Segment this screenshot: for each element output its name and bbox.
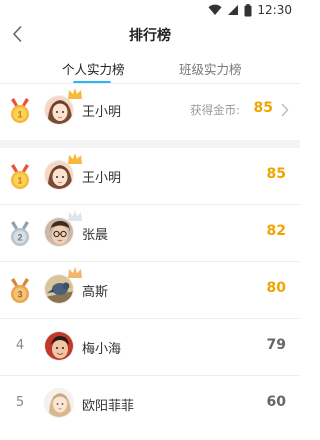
silver-crown-icon — [68, 210, 82, 221]
status-bar: 12:30 — [0, 0, 300, 20]
my-score: 85 — [253, 100, 273, 116]
svg-text:1: 1 — [17, 176, 22, 186]
ranking-list: 1 王小明 85 2 张晨 82 3 高斯 80 4 梅小海 79 5 欧阳菲菲… — [0, 148, 300, 433]
player-score: 82 — [266, 223, 286, 239]
avatar-wrap — [44, 210, 82, 247]
section-gap — [0, 140, 300, 148]
player-name: 王小明 — [82, 171, 122, 186]
player-score: 60 — [266, 394, 286, 410]
avatar-boy-image — [45, 332, 73, 360]
gold-medal-icon: 1 — [11, 164, 29, 189]
bronze-medal-icon: 3 — [11, 278, 29, 303]
gold-crown-icon — [68, 88, 82, 99]
avatar-wrap — [44, 153, 82, 190]
svg-text:2: 2 — [17, 233, 22, 243]
avatar[interactable] — [44, 331, 74, 361]
ranking-row[interactable]: 5 欧阳菲菲 60 — [0, 376, 300, 433]
player-name: 梅小海 — [82, 342, 122, 357]
status-time: 12:30 — [257, 3, 292, 17]
rank-number: 4 — [15, 338, 25, 353]
chevron-right-icon — [281, 103, 289, 117]
avatar-wrap — [44, 267, 82, 304]
my-name: 王小明 — [82, 105, 122, 120]
avatar[interactable] — [44, 388, 74, 418]
gold-medal-icon: 1 — [11, 98, 29, 123]
tab-class-ranking[interactable]: 班级实力榜 — [179, 59, 242, 78]
avatar-wrap — [44, 88, 82, 125]
nav-bar: 排行榜 — [0, 20, 300, 48]
avatar-wrap — [44, 331, 74, 361]
page-title: 排行榜 — [129, 28, 171, 44]
battery-icon — [244, 3, 252, 16]
ranking-row[interactable]: 1 王小明 85 — [0, 148, 300, 205]
bronze-crown-icon — [68, 267, 82, 278]
ranking-row[interactable]: 4 梅小海 79 — [0, 319, 300, 376]
coin-label: 获得金币: — [190, 103, 240, 117]
ranking-row[interactable]: 2 张晨 82 — [0, 205, 300, 262]
player-name: 高斯 — [82, 285, 109, 300]
svg-text:3: 3 — [17, 290, 22, 300]
avatar-girl-blonde-image — [45, 389, 73, 417]
wifi-icon — [208, 4, 222, 15]
avatar-wrap — [44, 388, 74, 418]
player-name: 欧阳菲菲 — [82, 399, 135, 414]
tab-bar: 个人实力榜 班级实力榜 — [0, 54, 300, 84]
svg-text:1: 1 — [17, 110, 22, 120]
signal-icon — [228, 5, 239, 15]
status-icons: 12:30 — [208, 3, 292, 17]
player-score: 80 — [266, 280, 286, 296]
gold-crown-icon — [68, 153, 82, 164]
player-score: 79 — [266, 337, 286, 353]
player-name: 张晨 — [82, 228, 109, 243]
silver-medal-icon: 2 — [11, 221, 29, 246]
tab-personal-ranking[interactable]: 个人实力榜 — [62, 59, 125, 78]
ranking-row[interactable]: 3 高斯 80 — [0, 262, 300, 319]
rank-number: 5 — [15, 395, 25, 410]
my-rank-row[interactable]: 1 王小明 获得金币: 85 — [0, 84, 300, 140]
player-score: 85 — [266, 166, 286, 182]
